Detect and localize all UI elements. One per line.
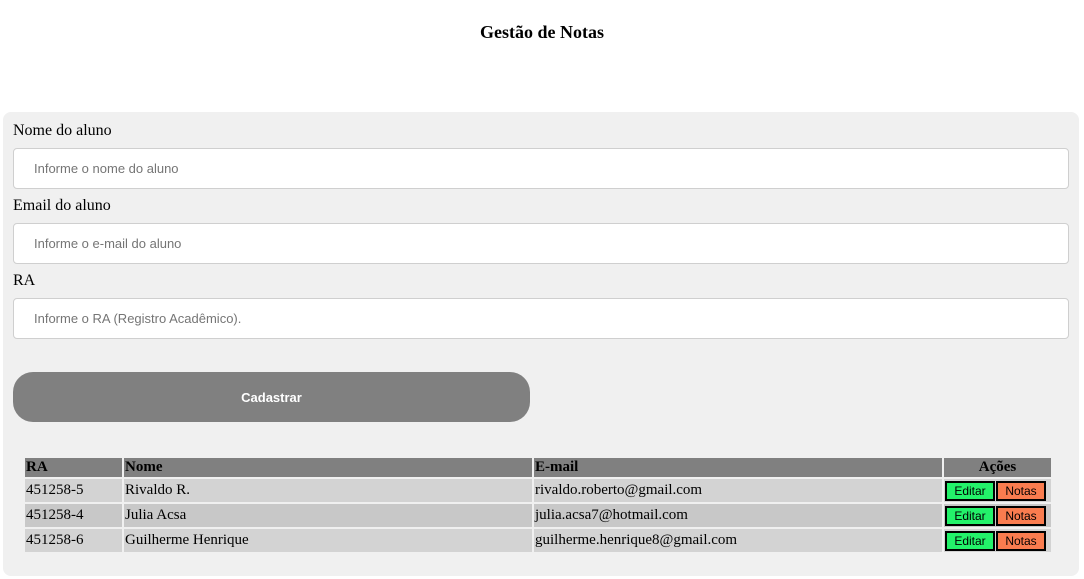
register-button[interactable]: Cadastrar bbox=[13, 372, 530, 422]
cell-name: Julia Acsa bbox=[124, 504, 532, 527]
header-ra: RA bbox=[25, 458, 122, 477]
notes-button[interactable]: Notas bbox=[996, 480, 1046, 501]
student-form-panel: Nome do aluno Email do aluno RA Cadastra… bbox=[3, 112, 1079, 576]
edit-button[interactable]: Editar bbox=[945, 480, 995, 501]
table-row: 451258-6 Guilherme Henrique guilherme.he… bbox=[25, 529, 1051, 552]
cell-name: Guilherme Henrique bbox=[124, 529, 532, 552]
cell-ra: 451258-5 bbox=[25, 479, 122, 502]
cell-email: julia.acsa7@hotmail.com bbox=[534, 504, 942, 527]
table-header-row: RA Nome E-mail Ações bbox=[25, 458, 1051, 477]
table-row: 451258-4 Julia Acsa julia.acsa7@hotmail.… bbox=[25, 504, 1051, 527]
cell-name: Rivaldo R. bbox=[124, 479, 532, 502]
student-name-input[interactable] bbox=[13, 148, 1069, 189]
student-email-input[interactable] bbox=[13, 223, 1069, 264]
ra-input[interactable] bbox=[13, 298, 1069, 339]
cell-email: guilherme.henrique8@gmail.com bbox=[534, 529, 942, 552]
edit-button[interactable]: Editar bbox=[945, 530, 995, 551]
email-label: Email do aluno bbox=[13, 197, 111, 214]
cell-actions: Editar Notas bbox=[944, 504, 1051, 527]
header-email: E-mail bbox=[534, 458, 942, 477]
cell-ra: 451258-4 bbox=[25, 504, 122, 527]
name-label: Nome do aluno bbox=[13, 122, 112, 139]
ra-label: RA bbox=[13, 272, 36, 289]
notes-button[interactable]: Notas bbox=[996, 530, 1046, 551]
notes-button[interactable]: Notas bbox=[996, 505, 1046, 526]
cell-ra: 451258-6 bbox=[25, 529, 122, 552]
students-table: RA Nome E-mail Ações 451258-5 Rivaldo R.… bbox=[23, 456, 1053, 554]
table-row: 451258-5 Rivaldo R. rivaldo.roberto@gmai… bbox=[25, 479, 1051, 502]
cell-actions: Editar Notas bbox=[944, 529, 1051, 552]
edit-button[interactable]: Editar bbox=[945, 505, 995, 526]
cell-actions: Editar Notas bbox=[944, 479, 1051, 502]
header-actions: Ações bbox=[944, 458, 1051, 477]
page-title: Gestão de Notas bbox=[480, 22, 604, 42]
cell-email: rivaldo.roberto@gmail.com bbox=[534, 479, 942, 502]
header-name: Nome bbox=[124, 458, 532, 477]
